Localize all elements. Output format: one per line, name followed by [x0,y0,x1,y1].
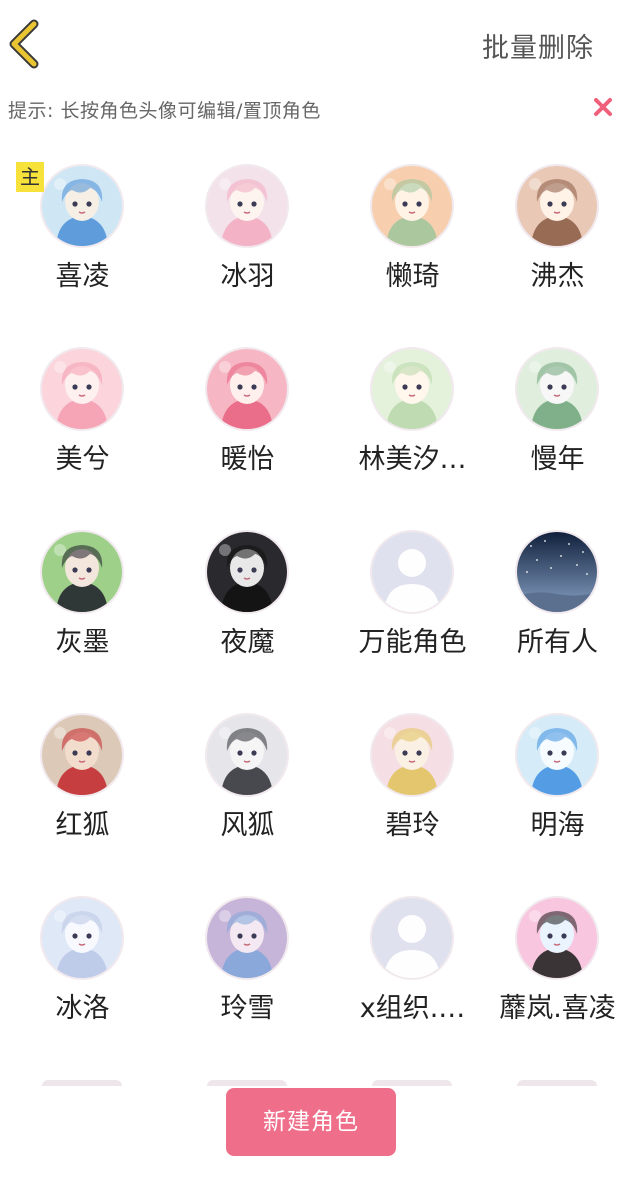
role-item[interactable]: 玲雪 [165,860,330,1024]
role-list-screen: 批量删除 提示: 长按角色头像可编辑/置顶角色 主喜凌 冰羽 懒琦 沸杰 美兮 暖怡 林美汐… [0,0,640,1198]
anime-avatar [515,164,599,248]
anime-avatar [205,347,289,431]
anime-avatar [205,530,289,614]
default-person-icon [370,896,454,980]
anime-avatar [40,164,124,248]
role-avatar[interactable] [40,530,124,614]
role-name: 所有人 [517,627,598,658]
role-name: x组织.… [359,993,466,1024]
role-avatar[interactable] [515,530,599,614]
anime-avatar [205,713,289,797]
batch-delete-button[interactable]: 批量删除 [482,26,594,65]
role-name: 慢年 [530,444,585,475]
role-name: 冰洛 [55,993,110,1024]
role-item[interactable]: 主喜凌 [0,128,165,292]
anime-avatar [370,347,454,431]
role-avatar-peek [42,1080,122,1086]
role-item[interactable]: 万能角色 [330,494,495,658]
role-name: 红狐 [55,810,110,841]
anime-avatar [40,713,124,797]
role-avatar[interactable] [205,713,289,797]
anime-avatar [205,896,289,980]
role-item[interactable]: 所有人 [475,494,640,658]
role-name: 玲雪 [220,993,275,1024]
hint-bar: 提示: 长按角色头像可编辑/置顶角色 [0,90,640,128]
role-name: 灰墨 [55,627,110,658]
anime-avatar [515,347,599,431]
anime-avatar [40,896,124,980]
role-item[interactable]: 红狐 [0,677,165,841]
role-name: 夜魔 [220,627,275,658]
role-avatar[interactable] [205,530,289,614]
role-name: 蘼岚.喜凌 [499,993,616,1024]
role-name: 碧玲 [385,810,440,841]
role-item[interactable]: 灰墨 [0,494,165,658]
role-avatar[interactable] [370,347,454,431]
role-avatar[interactable] [515,713,599,797]
anime-avatar [370,164,454,248]
role-name: 明海 [530,810,585,841]
role-item[interactable]: x组织.… [330,860,495,1024]
role-avatar[interactable] [40,164,124,248]
role-avatar-peek [517,1080,597,1086]
role-avatar[interactable] [370,713,454,797]
role-item[interactable]: 风狐 [165,677,330,841]
role-item[interactable]: 美兮 [0,311,165,475]
top-bar: 批量删除 [0,0,640,90]
role-name: 喜凌 [55,261,110,292]
role-avatar[interactable] [40,713,124,797]
role-item[interactable]: 明海 [475,677,640,841]
role-name: 懒琦 [385,261,440,292]
anime-avatar [370,713,454,797]
new-role-button[interactable]: 新建角色 [226,1088,396,1156]
role-name: 林美汐… [358,444,467,475]
hint-text: 提示: 长按角色头像可编辑/置顶角色 [8,100,321,122]
role-name: 万能角色 [358,627,467,658]
role-name: 冰羽 [220,261,275,292]
hint-close-button[interactable] [590,94,616,120]
role-name: 暖怡 [220,444,275,475]
anime-avatar [40,530,124,614]
anime-avatar [515,713,599,797]
role-name: 美兮 [55,444,110,475]
role-avatar[interactable] [370,896,454,980]
role-name: 沸杰 [530,261,585,292]
role-item[interactable]: 慢年 [475,311,640,475]
role-item[interactable]: 林美汐… [330,311,495,475]
role-item[interactable]: 冰洛 [0,860,165,1024]
role-item[interactable]: 夜魔 [165,494,330,658]
role-item[interactable]: 碧玲 [330,677,495,841]
role-avatar[interactable] [515,164,599,248]
role-avatar[interactable] [205,347,289,431]
role-avatar[interactable] [370,164,454,248]
role-item[interactable]: 冰羽 [165,128,330,292]
anime-avatar [40,347,124,431]
role-item[interactable]: 暖怡 [165,311,330,475]
default-person-icon [370,530,454,614]
role-name: 风狐 [220,810,275,841]
role-avatar-peek [207,1080,287,1086]
role-avatar[interactable] [515,896,599,980]
close-icon [594,98,612,116]
anime-avatar [515,896,599,980]
role-avatar-peek [372,1080,452,1086]
main-role-badge: 主 [16,162,44,192]
role-avatar[interactable] [40,896,124,980]
role-item[interactable]: 蘼岚.喜凌 [475,860,640,1024]
night-sky-avatar [515,530,599,614]
role-avatar[interactable] [40,347,124,431]
role-avatar[interactable] [370,530,454,614]
role-avatar[interactable] [515,347,599,431]
back-button[interactable] [4,18,48,70]
chevron-left-icon [9,19,39,69]
anime-avatar [205,164,289,248]
role-item[interactable]: 沸杰 [475,128,640,292]
role-avatar[interactable] [205,164,289,248]
role-avatar[interactable] [205,896,289,980]
role-item[interactable]: 懒琦 [330,128,495,292]
